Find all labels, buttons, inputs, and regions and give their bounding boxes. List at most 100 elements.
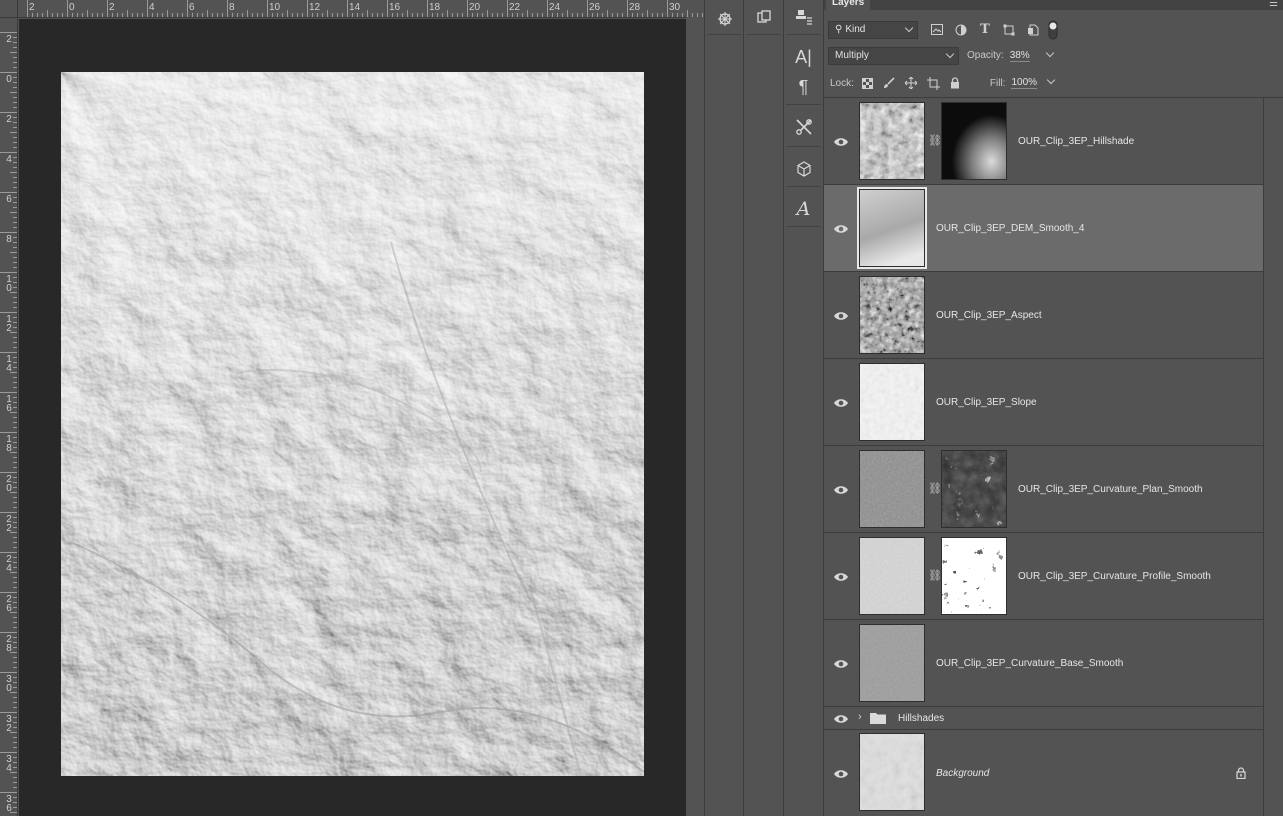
horizontal-ruler[interactable]: 2 0 2 4 6 8 10 12 14 16 18 20 22 24 26 28 30 bbox=[18, 0, 703, 18]
mask-link-icon[interactable]: ⛓ bbox=[928, 482, 942, 495]
eye-icon[interactable] bbox=[833, 658, 849, 670]
blend-mode-dropdown[interactable]: Multiply bbox=[828, 46, 959, 65]
layer-thumbnail[interactable] bbox=[859, 537, 925, 615]
navigator-wheel-icon[interactable] bbox=[705, 2, 744, 36]
layer-thumbnail[interactable] bbox=[859, 102, 925, 180]
ruler-minor-tick bbox=[13, 67, 17, 68]
ruler-minor-tick bbox=[13, 317, 17, 318]
ruler-tick bbox=[27, 0, 28, 17]
layer-thumbnail[interactable] bbox=[859, 363, 925, 441]
layer-name[interactable]: OUR_Clip_3EP_Curvature_Plan_Smooth bbox=[1018, 484, 1203, 495]
tool-presets-icon[interactable] bbox=[784, 110, 823, 144]
ruler-minor-tick bbox=[10, 332, 17, 333]
ruler-label: 28 bbox=[6, 634, 12, 654]
layer-row[interactable]: OUR_Clip_3EP_Slope bbox=[824, 359, 1263, 446]
eye-icon[interactable] bbox=[833, 397, 849, 409]
ruler-tick bbox=[627, 0, 628, 17]
ruler-minor-tick bbox=[13, 607, 17, 608]
layer-row[interactable]: ⛓ OUR_Clip_3EP_Hillshade bbox=[824, 98, 1263, 185]
ruler-tick bbox=[0, 792, 17, 793]
layer-thumbnail[interactable] bbox=[859, 733, 925, 811]
document-canvas[interactable] bbox=[61, 72, 644, 776]
lock-artboard-icon[interactable] bbox=[926, 76, 940, 90]
ruler-minor-tick bbox=[10, 92, 17, 93]
vertical-ruler[interactable]: 2024681012141618202224262830323436 bbox=[0, 18, 18, 816]
ruler-minor-tick bbox=[13, 247, 17, 248]
background-layer-row[interactable]: Background bbox=[824, 730, 1263, 816]
tab-layers[interactable]: Layers bbox=[826, 0, 871, 10]
layer-thumbnail[interactable] bbox=[859, 276, 925, 354]
panel-menu-icon[interactable]: ☰ bbox=[1269, 0, 1278, 9]
layer-name[interactable]: OUR_Clip_3EP_Curvature_Base_Smooth bbox=[936, 658, 1123, 669]
layer-row[interactable]: ⛓ OUR_Clip_3EP_Curvature_Profile_Smooth bbox=[824, 533, 1263, 620]
ruler-minor-tick bbox=[13, 187, 17, 188]
lock-image-pixels-icon[interactable] bbox=[883, 77, 895, 89]
fill-field[interactable]: 100% bbox=[1009, 74, 1060, 92]
eye-icon[interactable] bbox=[833, 484, 849, 496]
opacity-field[interactable]: 38% bbox=[1007, 46, 1058, 65]
layer-name[interactable]: OUR_Clip_3EP_Slope bbox=[936, 397, 1037, 408]
chevron-right-icon[interactable]: › bbox=[858, 711, 862, 723]
mask-link-icon[interactable]: ⛓ bbox=[928, 134, 942, 147]
eye-icon[interactable] bbox=[833, 571, 849, 583]
type-filter-icon[interactable]: T bbox=[978, 22, 992, 37]
ruler-minor-tick bbox=[497, 13, 498, 17]
ruler-minor-tick bbox=[10, 292, 17, 293]
layer-thumbnail[interactable] bbox=[859, 624, 925, 702]
ruler-minor-tick bbox=[72, 13, 73, 17]
adjustment-filter-icon[interactable] bbox=[954, 24, 968, 36]
layer-comps-icon[interactable] bbox=[744, 0, 783, 34]
panel-dock-column-2 bbox=[744, 0, 784, 816]
eye-icon[interactable] bbox=[833, 310, 849, 322]
layer-mask-thumbnail[interactable] bbox=[941, 537, 1007, 615]
eye-icon[interactable] bbox=[833, 713, 849, 725]
smart-object-filter-icon[interactable] bbox=[1026, 24, 1040, 36]
mask-link-icon[interactable]: ⛓ bbox=[928, 569, 942, 582]
ruler-minor-tick bbox=[10, 732, 17, 733]
layer-row-selected[interactable]: OUR_Clip_3EP_DEM_Smooth_4 bbox=[824, 185, 1263, 272]
group-name[interactable]: Hillshades bbox=[898, 713, 944, 724]
layer-mask-thumbnail[interactable] bbox=[941, 102, 1007, 180]
ruler-minor-tick bbox=[332, 13, 333, 17]
filter-kind-dropdown[interactable]: ⚲ Kind bbox=[828, 20, 918, 39]
layer-row[interactable]: OUR_Clip_3EP_Curvature_Base_Smooth bbox=[824, 620, 1263, 707]
ruler-minor-tick bbox=[13, 427, 17, 428]
ruler-minor-tick bbox=[377, 13, 378, 17]
lock-all-icon[interactable] bbox=[950, 77, 960, 89]
ruler-origin[interactable] bbox=[0, 0, 18, 18]
eye-icon[interactable] bbox=[833, 223, 849, 235]
character-icon[interactable]: A| bbox=[784, 40, 823, 74]
layer-name[interactable]: OUR_Clip_3EP_Curvature_Profile_Smooth bbox=[1018, 571, 1211, 582]
layer-thumbnail[interactable] bbox=[859, 450, 925, 528]
eye-icon[interactable] bbox=[833, 136, 849, 148]
layer-row[interactable]: ⛓ OUR_Clip_3EP_Curvature_Plan_Smooth bbox=[824, 446, 1263, 533]
layer-row[interactable]: OUR_Clip_3EP_Aspect bbox=[824, 272, 1263, 359]
eye-icon[interactable] bbox=[833, 768, 849, 780]
layers-scrollbar[interactable] bbox=[1263, 98, 1283, 816]
ruler-minor-tick bbox=[122, 13, 123, 17]
ruler-minor-tick bbox=[432, 13, 433, 17]
layer-mask-thumbnail[interactable] bbox=[941, 450, 1007, 528]
shape-filter-icon[interactable] bbox=[1002, 24, 1016, 36]
lock-position-icon[interactable] bbox=[904, 77, 917, 89]
ruler-minor-tick bbox=[13, 662, 17, 663]
filter-toggle-switch[interactable] bbox=[1048, 20, 1058, 40]
layer-name[interactable]: Background bbox=[936, 768, 989, 779]
layer-name[interactable]: OUR_Clip_3EP_Aspect bbox=[936, 310, 1042, 321]
layer-name[interactable]: OUR_Clip_3EP_Hillshade bbox=[1018, 136, 1134, 147]
glyphs-icon[interactable]: A bbox=[784, 192, 823, 226]
clone-source-icon[interactable] bbox=[784, 0, 823, 34]
ruler-minor-tick bbox=[492, 13, 493, 17]
image-filter-icon[interactable] bbox=[930, 24, 944, 35]
ruler-minor-tick bbox=[13, 257, 17, 258]
lock-transparency-icon[interactable] bbox=[861, 77, 873, 89]
layer-name[interactable]: OUR_Clip_3EP_DEM_Smooth_4 bbox=[936, 223, 1084, 234]
ruler-tick bbox=[0, 752, 17, 753]
ruler-label: 28 bbox=[629, 2, 641, 13]
ruler-minor-tick bbox=[13, 742, 17, 743]
paragraph-icon[interactable]: ¶ bbox=[784, 70, 823, 104]
layer-group-row[interactable]: › Hillshades bbox=[824, 707, 1263, 730]
layer-thumbnail[interactable] bbox=[857, 187, 927, 269]
3d-icon[interactable] bbox=[784, 152, 823, 186]
ruler-minor-tick bbox=[13, 307, 17, 308]
